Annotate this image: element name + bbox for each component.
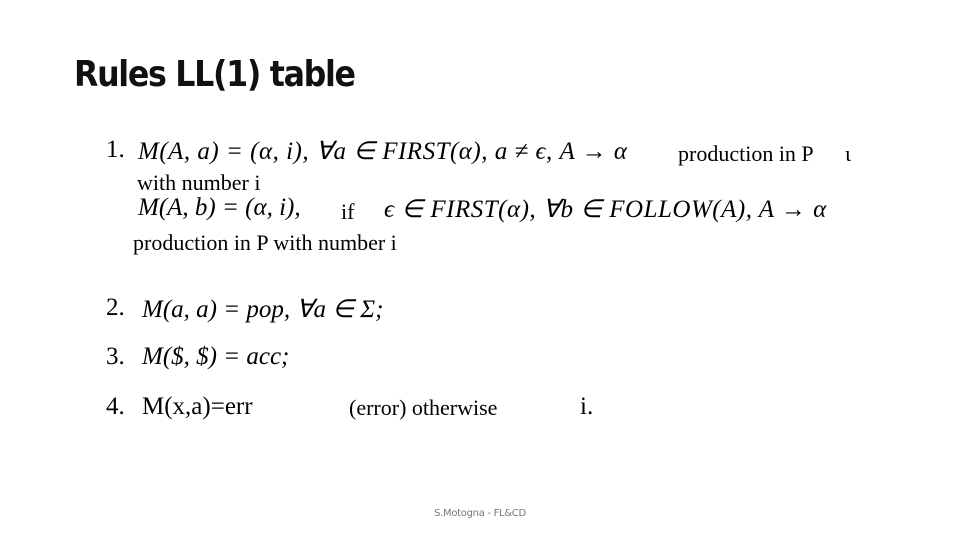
rule-2-number: 2. (106, 294, 125, 321)
rule-1-continuation: with number i (137, 170, 261, 195)
rule-4-number: 4. (106, 393, 125, 420)
rule-1b-formula-left: M(A, b) = (α, i), (138, 194, 301, 221)
rule-3-number: 3. (106, 343, 125, 370)
rule-1b-continuation: production in P with number i (133, 230, 397, 255)
rule-1-stray-char: ι (845, 141, 851, 166)
rule-4-description: (error) otherwise (349, 395, 498, 420)
rule-1b-formula-right: ϵ ∈ FIRST(α), ∀b ∈ FOLLOW(A), A → α (384, 196, 827, 223)
rule-1-suffix: production in P (678, 141, 814, 166)
slide-title: Rules LL(1) table (74, 54, 356, 95)
rule-2-formula: M(a, a) = pop, ∀a ∈ Σ; (142, 296, 384, 323)
rule-1-number: 1. (106, 136, 125, 163)
rule-4-trailing: i. (580, 393, 594, 420)
slide-footer: S.Motogna - FL&CD (434, 508, 526, 519)
rule-4-formula: M(x,a)=err (142, 393, 253, 420)
rule-1-formula: M(A, a) = (α, i), ∀a ∈ FIRST(α), a ≠ ϵ, … (138, 138, 628, 165)
rule-3-formula: M($, $) = acc; (142, 343, 290, 370)
rule-1b-condition: if (341, 199, 355, 224)
